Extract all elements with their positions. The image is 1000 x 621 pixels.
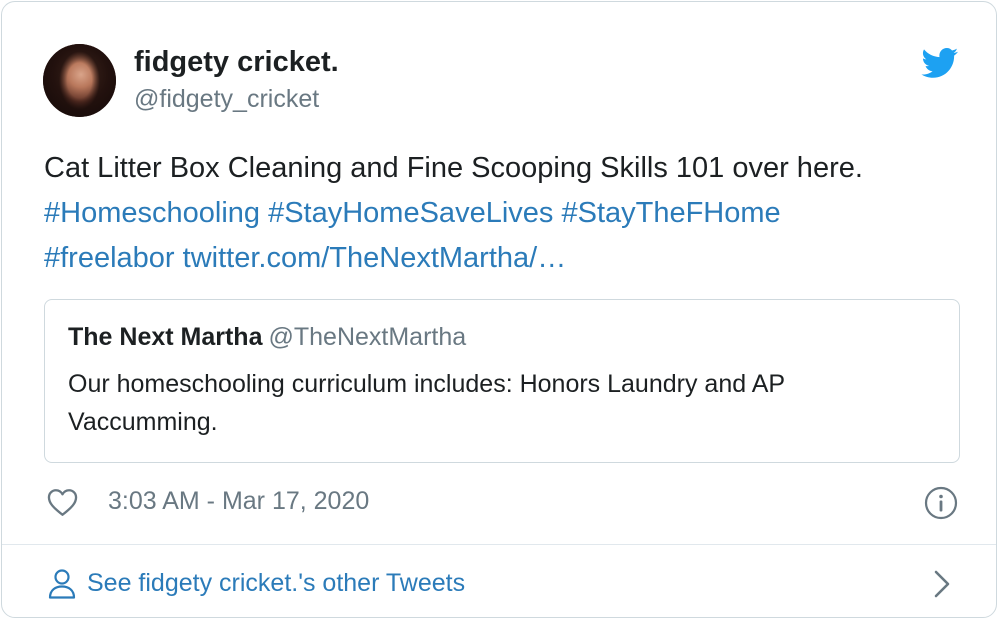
embedded-tweet-card: fidgety cricket. @fidgety_cricket Cat Li… [1,1,997,618]
quoted-author-handle: @TheNextMartha [268,323,467,351]
quoted-author-name: The Next Martha [68,323,263,351]
heart-icon[interactable] [47,488,78,517]
hashtag-link[interactable]: #freelabor [44,242,175,274]
tweet-timestamp[interactable]: 3:03 AM - Mar 17, 2020 [108,487,369,516]
quoted-tweet[interactable]: The Next Martha @TheNextMartha Our homesc… [44,299,960,463]
author-name[interactable]: fidgety cricket. [134,46,339,79]
quoted-tweet-url[interactable]: twitter.com/TheNextMartha/… [183,242,567,274]
author-handle[interactable]: @fidgety_cricket [134,85,319,114]
hashtag-link[interactable]: #StayHomeSaveLives [268,197,553,229]
tweet-text-line: Cat Litter Box Cleaning and Fine Scoopin… [44,152,863,184]
quoted-tweet-text: Our homeschooling curriculum includes: H… [68,370,785,436]
info-icon[interactable] [924,486,958,520]
person-icon [48,569,76,599]
see-other-tweets-label: See fidgety cricket.'s other Tweets [87,569,466,597]
chevron-right-icon [934,570,950,598]
tweet-text: Cat Litter Box Cleaning and Fine Scoopin… [44,146,964,281]
quoted-author: The Next Martha @TheNextMartha [68,323,466,352]
see-other-tweets-link[interactable]: See fidgety cricket.'s other Tweets [2,545,996,617]
hashtag-link[interactable]: #Homeschooling [44,197,260,229]
author-avatar[interactable] [43,44,116,117]
twitter-bird-icon[interactable] [921,48,959,79]
hashtag-link[interactable]: #StayTheFHome [561,197,780,229]
